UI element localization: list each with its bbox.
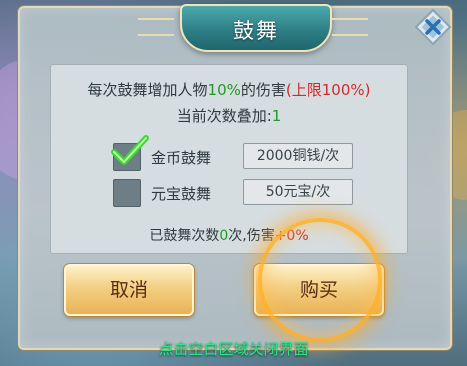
inspire-count: 0: [219, 228, 229, 244]
close-hint-text: 点击空白区域关闭界面: [158, 340, 309, 358]
stack-count-line: 当前次数叠加:1: [51, 105, 407, 126]
game-screen[interactable]: 鼓舞 每次鼓舞增加人物10%的伤害(上限100%) 当前次数叠加:1 金币鼓舞 …: [0, 0, 467, 366]
description-prefix: 每次鼓舞增加人物: [87, 81, 208, 99]
gold-inspire-price: 2000铜钱/次: [243, 143, 353, 169]
cancel-button[interactable]: 取消: [64, 264, 194, 316]
dialog-title: 鼓舞: [233, 19, 279, 43]
title-ornament-right: [332, 18, 368, 36]
title-banner: 鼓舞: [180, 4, 332, 52]
damage-limit: (上限100%): [285, 81, 371, 99]
ingot-inspire-price: 50元宝/次: [243, 179, 353, 205]
ingot-inspire-label: 元宝鼓舞: [151, 185, 212, 203]
checkmark-icon: [111, 135, 149, 165]
title-ornament-left: [138, 18, 174, 36]
info-panel: 每次鼓舞增加人物10%的伤害(上限100%) 当前次数叠加:1 金币鼓舞 200…: [50, 64, 408, 254]
stack-value: 1: [271, 107, 282, 125]
inspire-dialog: 鼓舞 每次鼓舞增加人物10%的伤害(上限100%) 当前次数叠加:1 金币鼓舞 …: [18, 4, 452, 350]
stack-label: 当前次数叠加:: [176, 107, 272, 125]
summary-mid: 次,伤害: [228, 228, 275, 244]
damage-description: 每次鼓舞增加人物10%的伤害(上限100%): [51, 79, 407, 100]
damage-percent: 10%: [207, 81, 241, 99]
inspire-summary: 已鼓舞次数0次,伤害+0%: [51, 225, 407, 245]
description-mid: 的伤害: [240, 81, 286, 99]
ingot-inspire-checkbox[interactable]: [113, 179, 141, 207]
close-icon: [414, 8, 452, 46]
damage-bonus: +0%: [274, 228, 309, 244]
buy-button[interactable]: 购买: [254, 264, 384, 316]
gold-inspire-label: 金币鼓舞: [151, 149, 212, 167]
gold-inspire-checkbox[interactable]: [111, 135, 149, 171]
close-button[interactable]: [412, 6, 454, 48]
summary-prefix: 已鼓舞次数: [149, 228, 220, 244]
